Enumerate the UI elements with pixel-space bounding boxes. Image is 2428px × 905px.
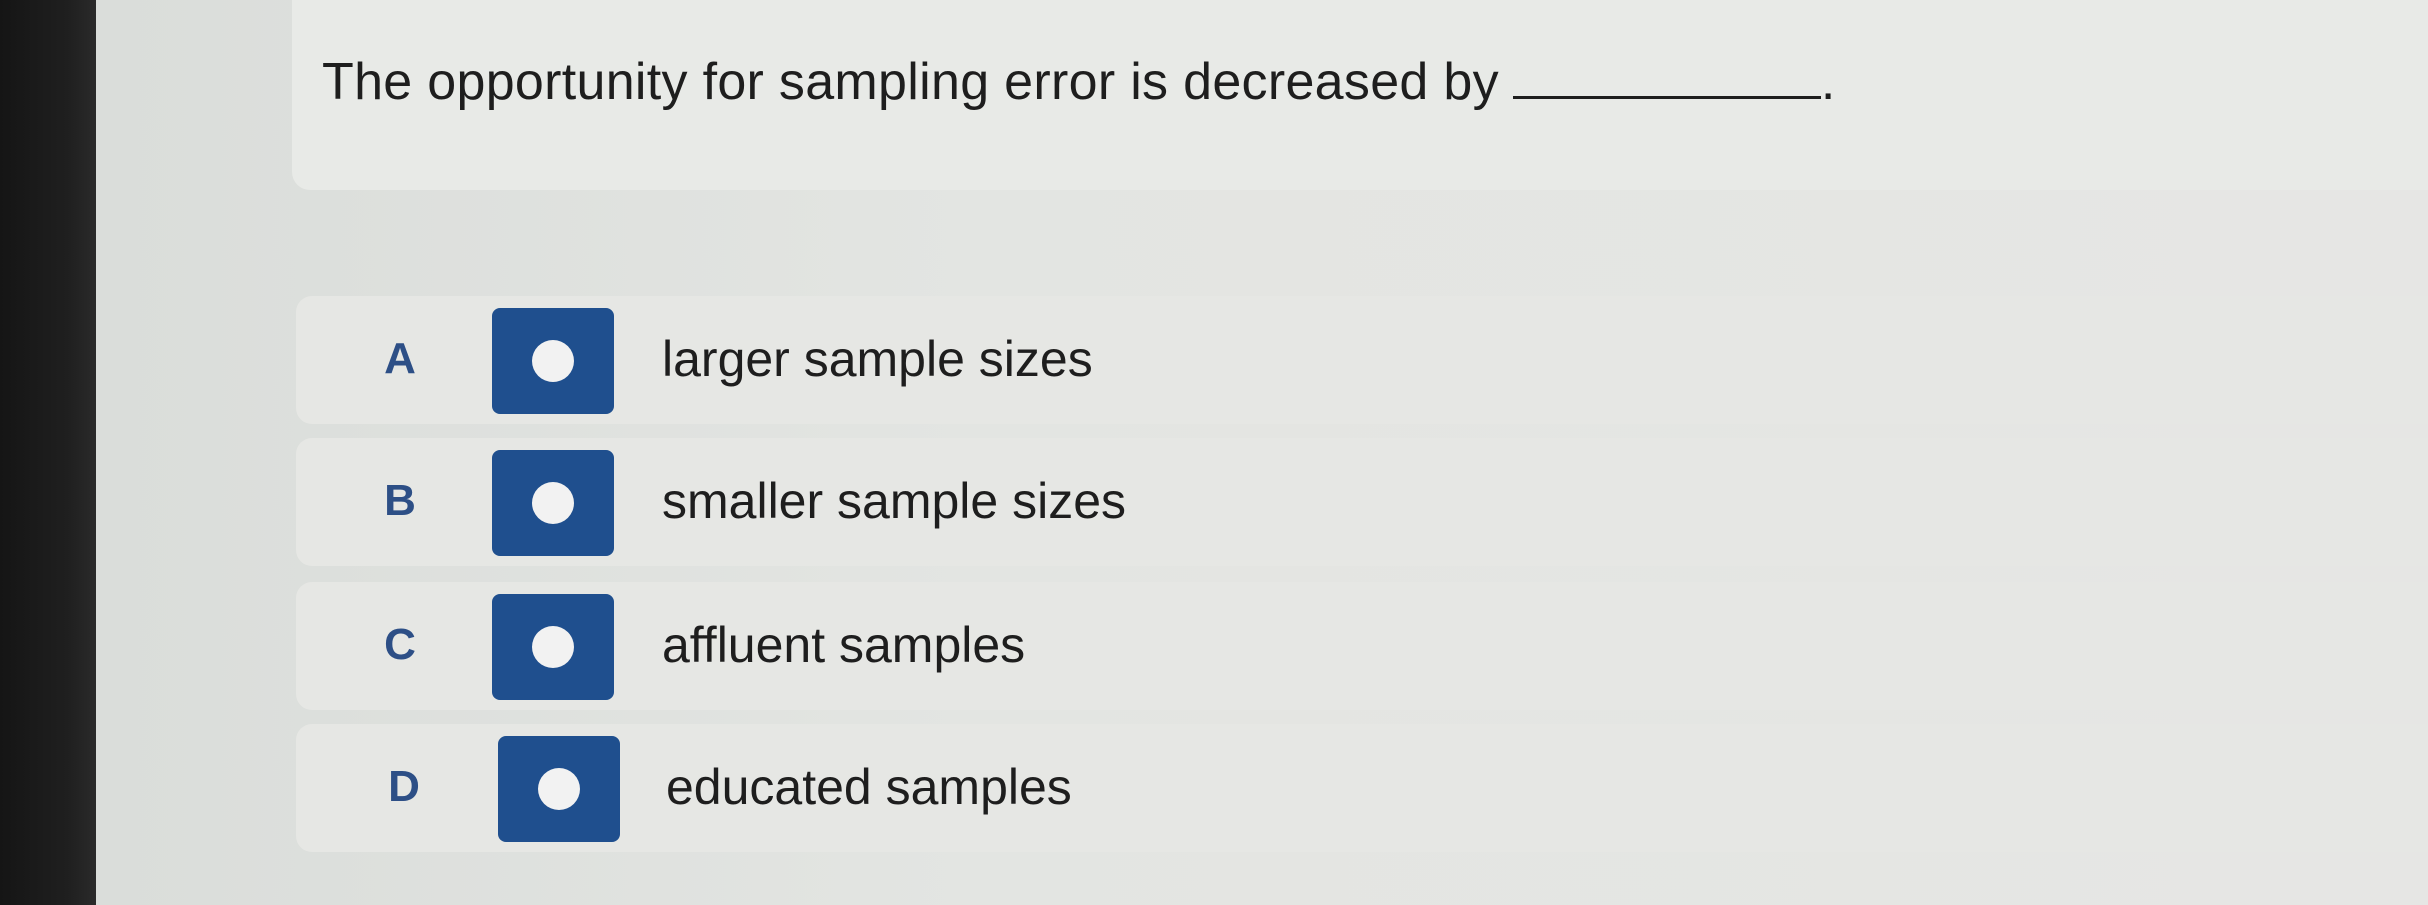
option-text[interactable]: affluent samples [662, 616, 1025, 674]
question-text: The opportunity for sampling error is de… [322, 52, 1836, 112]
question-stem: The opportunity for sampling error is de… [322, 53, 1499, 111]
radio-button-icon [538, 768, 580, 810]
option-letter: A [384, 334, 416, 383]
question-period: . [1820, 53, 1836, 111]
option-text[interactable]: educated samples [666, 758, 1072, 816]
radio-button-b[interactable] [492, 450, 614, 556]
option-letter: C [384, 620, 416, 669]
answer-option-d[interactable]: D educated samples [296, 724, 2428, 852]
fill-in-blank [1512, 96, 1821, 99]
radio-button-icon [532, 340, 574, 382]
option-letter: B [384, 476, 416, 525]
answer-option-c[interactable]: C affluent samples [296, 582, 2428, 710]
monitor-bezel [0, 0, 96, 905]
radio-button-d[interactable] [498, 736, 620, 842]
option-text[interactable]: larger sample sizes [662, 330, 1093, 388]
option-text[interactable]: smaller sample sizes [662, 472, 1126, 530]
question-card: The opportunity for sampling error is de… [292, 0, 2428, 190]
radio-button-icon [532, 626, 574, 668]
answer-option-a[interactable]: A larger sample sizes [296, 296, 2428, 424]
radio-button-a[interactable] [492, 308, 614, 414]
option-letter: D [388, 762, 420, 811]
radio-button-icon [532, 482, 574, 524]
quiz-screen: The opportunity for sampling error is de… [0, 0, 2428, 905]
answer-option-b[interactable]: B smaller sample sizes [296, 438, 2428, 566]
radio-button-c[interactable] [492, 594, 614, 700]
